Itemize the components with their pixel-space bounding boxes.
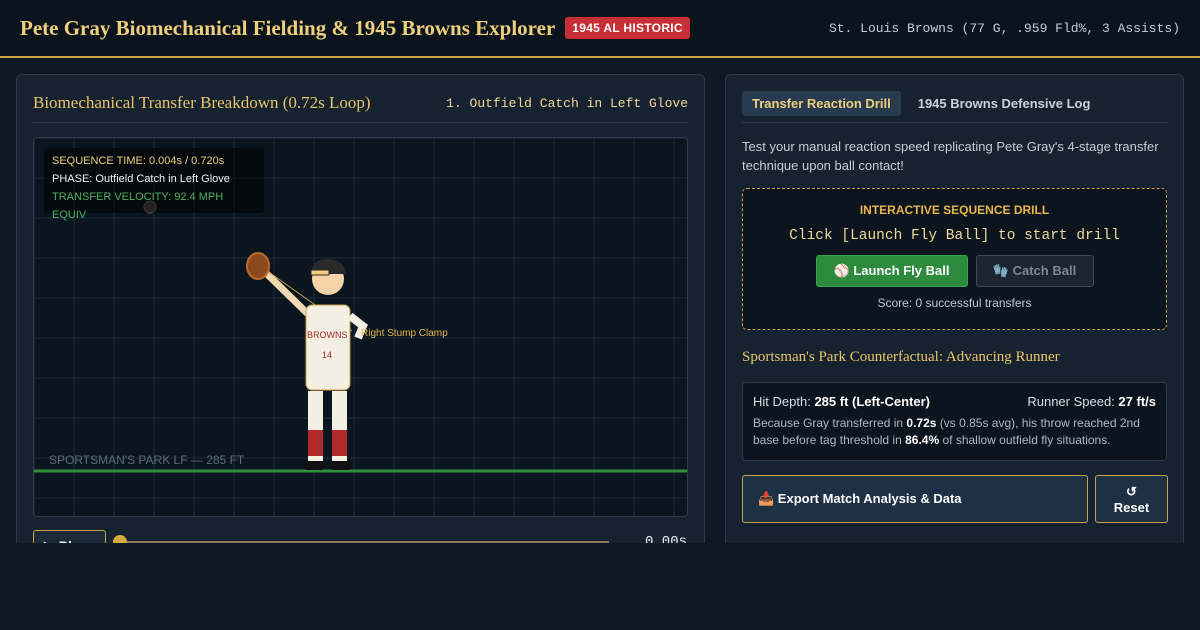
counterfactual-note: Because Gray transferred in 0.72s (vs 0.… xyxy=(753,416,1140,447)
drill-buttons: ⚾ Launch Fly Ball 🧤 Catch Ball xyxy=(743,255,1166,287)
historic-badge: 1945 AL HISTORIC xyxy=(565,17,690,39)
phase-readout: PHASE: Outfield Catch in Left Glove xyxy=(52,173,230,185)
right-shoe xyxy=(330,461,351,470)
jersey xyxy=(305,304,351,391)
drill-panel: Transfer Reaction Drill 1945 Browns Defe… xyxy=(725,74,1184,574)
app-header: Pete Gray Biomechanical Fielding & 1945 … xyxy=(0,0,1200,58)
export-analysis-button[interactable]: 📥 Export Match Analysis & Data xyxy=(742,475,1088,523)
counterfactual-box: Hit Depth: 285 ft (Left-Center) Runner S… xyxy=(742,382,1167,461)
panel-header: Biomechanical Transfer Breakdown (0.72s … xyxy=(33,93,688,123)
jersey-text: BROWNS xyxy=(307,330,348,340)
sequence-time: SEQUENCE TIME: 0.004s / 0.720s xyxy=(52,155,225,167)
counterfactual-title: Sportsman's Park Counterfactual: Advanci… xyxy=(742,349,1060,365)
stump-label: Right Stump Clamp xyxy=(361,328,448,339)
reset-icon: ↺ xyxy=(1126,483,1137,499)
team-stat: St. Louis Browns (77 G, .959 Fld%, 3 Ass… xyxy=(828,20,1180,36)
transfer-velocity: TRANSFER VELOCITY: 92.4 MPH EQUIV xyxy=(52,191,224,221)
right-sock xyxy=(332,430,347,456)
jersey-number: 14 xyxy=(322,350,332,360)
reset-label: Reset xyxy=(1113,499,1150,515)
left-sock xyxy=(308,430,323,456)
panel-title: Biomechanical Transfer Breakdown (0.72s … xyxy=(33,93,371,112)
reset-button[interactable]: ↺ Reset xyxy=(1095,475,1168,523)
drill-intro: Test your manual reaction speed replicat… xyxy=(742,139,1159,173)
sequence-drill-box: INTERACTIVE SEQUENCE DRILL Click [Launch… xyxy=(742,188,1167,330)
player-figure: BROWNS 14 Right Stump Clamp xyxy=(246,252,448,470)
tab-transfer-reaction-drill[interactable]: Transfer Reaction Drill xyxy=(742,91,901,116)
transfer-breakdown-panel: Biomechanical Transfer Breakdown (0.72s … xyxy=(16,74,705,574)
drill-heading: INTERACTIVE SEQUENCE DRILL xyxy=(859,203,1050,217)
left-shoe xyxy=(304,461,325,470)
drill-status: Click [Launch Fly Ball] to start drill xyxy=(789,228,1120,244)
animation-stage: SPORTSMAN'S PARK LF — 285 FT BROWNS 14 R… xyxy=(33,137,688,517)
cap-logo xyxy=(310,269,330,276)
drill-score: Score: 0 successful transfers xyxy=(877,296,1032,310)
counterfactual-stats: Hit Depth: 285 ft (Left-Center) Runner S… xyxy=(753,394,1156,409)
app-title: Pete Gray Biomechanical Fielding & 1945 … xyxy=(20,15,556,40)
phase-heading: 1. Outfield Catch in Left Glove xyxy=(446,96,688,111)
tab-bar: Transfer Reaction Drill 1945 Browns Defe… xyxy=(742,91,1167,123)
telemetry-readout: SEQUENCE TIME: 0.004s / 0.720s PHASE: Ou… xyxy=(44,148,264,221)
catch-ball-button[interactable]: 🧤 Catch Ball xyxy=(975,255,1094,287)
hit-depth: Hit Depth: 285 ft (Left-Center) xyxy=(753,394,931,409)
runner-speed: Runner Speed: 27 ft/s xyxy=(1027,394,1156,409)
viewport-cutoff xyxy=(0,543,1200,630)
glove-icon xyxy=(246,252,270,280)
launch-fly-ball-button[interactable]: ⚾ Launch Fly Ball xyxy=(815,255,968,287)
glove-arm xyxy=(262,269,314,320)
tab-browns-defensive-log[interactable]: 1945 Browns Defensive Log xyxy=(908,91,1101,116)
field-label: SPORTSMAN'S PARK LF — 285 FT xyxy=(49,453,245,467)
